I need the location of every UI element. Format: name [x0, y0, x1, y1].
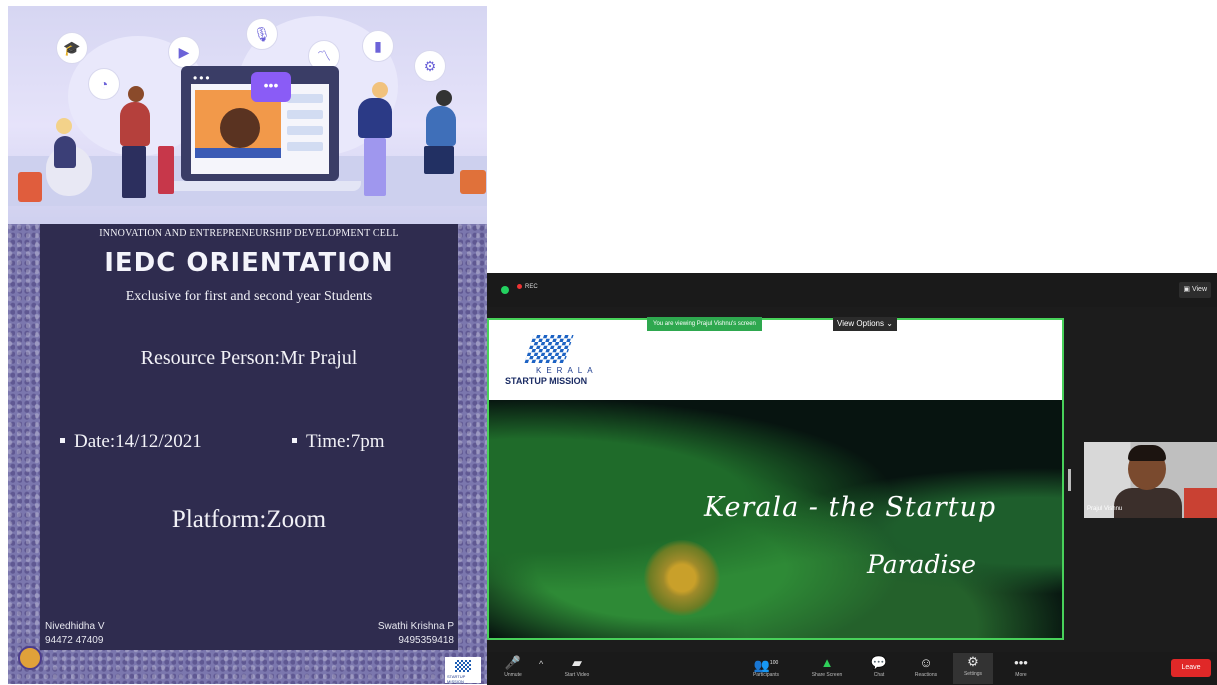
contact-right-name: Swathi Krishna P: [377, 621, 454, 632]
viewing-banner: You are viewing Prajul Vishnu's screen: [647, 317, 762, 331]
zoom-top-bar: REC ▣ View: [487, 273, 1217, 307]
participant-video-tile[interactable]: Prajul Vishnu: [1084, 442, 1217, 518]
event-date: Date:14/12/2021: [74, 431, 202, 452]
reactions-button[interactable]: ☺ Reactions: [906, 654, 946, 678]
poster-header: INNOVATION AND ENTREPRENEURSHIP DEVELOPM…: [99, 228, 399, 239]
time-bullet: [292, 438, 297, 443]
splitter-handle[interactable]: [1068, 469, 1071, 491]
microphone-icon: 🎙: [246, 18, 278, 50]
contact-left-name: Nivedhidha V: [45, 621, 105, 632]
chat-icon: 💬: [870, 655, 888, 670]
reactions-icon: ☺: [919, 655, 933, 670]
ksum-logo-small: STARTUP MISSION: [445, 657, 481, 684]
graduation-cap-icon: 🎓: [56, 32, 88, 64]
video-off-icon: ▰: [572, 655, 582, 670]
ksum-kerala-text: KERALA: [536, 366, 598, 375]
contact-right-phone: 9495359418: [398, 635, 454, 646]
shared-screen: KERALA STARTUP MISSION Kerala - the Star…: [487, 318, 1064, 640]
participants-button[interactable]: 👥100 Participants: [746, 654, 786, 678]
view-options-button[interactable]: View Options ⌄: [833, 317, 897, 331]
view-button[interactable]: ▣ View: [1179, 282, 1211, 298]
palm-tree: [644, 540, 720, 616]
video-camera-icon: ▶: [168, 36, 200, 68]
share-screen-icon: ▲: [820, 655, 834, 670]
resource-person: Resource Person:Mr Prajul: [140, 347, 358, 369]
view-options-label: View Options: [837, 319, 884, 328]
participant-name: Prajul Vishnu: [1087, 506, 1123, 512]
start-video-button[interactable]: ▰ Start Video: [557, 654, 597, 678]
meeting-toolbar: 🎤 Unmute ^ ▰ Start Video 👥100 Participan…: [487, 652, 1217, 685]
date-bullet: [60, 438, 65, 443]
share-screen-button[interactable]: ▲ Share Screen: [807, 654, 847, 678]
recording-indicator: REC: [517, 284, 538, 290]
event-poster: 🎓 ◔ ▶ 🎙 〽 ▮ ⚙ ••• ••• INNOVATION AND ENT…: [8, 6, 487, 684]
poster-illustration: 🎓 ◔ ▶ 🎙 〽 ▮ ⚙ ••• •••: [8, 6, 487, 224]
participants-icon: 👥100: [753, 657, 779, 673]
audio-options-caret[interactable]: ^: [539, 659, 543, 669]
chat-button[interactable]: 💬 Chat: [859, 654, 899, 678]
iedc-badge-icon: [18, 646, 42, 670]
chat-bubble-icon: •••: [251, 72, 291, 102]
shared-header: KERALA STARTUP MISSION: [489, 320, 1062, 400]
more-button[interactable]: ••• More: [1001, 654, 1041, 678]
aerial-photo: Kerala - the Startup Paradise: [489, 400, 1062, 638]
script-line-1: Kerala - the Startup: [704, 492, 997, 523]
shield-icon[interactable]: [501, 286, 509, 294]
unmute-button[interactable]: 🎤 Unmute: [493, 654, 533, 678]
poster-subtitle: Exclusive for first and second year Stud…: [125, 289, 373, 304]
gear-icon: ⚙: [967, 654, 979, 669]
zoom-meeting-window: REC ▣ View KERALA STARTUP MISSION Kerala…: [487, 273, 1217, 685]
chevron-down-icon: ⌄: [886, 319, 893, 328]
view-button-label: View: [1191, 286, 1207, 293]
microphone-muted-icon: 🎤: [504, 655, 522, 670]
pie-chart-icon: ◔: [88, 68, 120, 100]
settings-button[interactable]: ⚙ Settings: [953, 653, 993, 684]
more-icon: •••: [1014, 655, 1028, 670]
script-line-2: Paradise: [867, 550, 977, 579]
gear-icon: ⚙: [414, 50, 446, 82]
leave-button[interactable]: Leave: [1171, 659, 1211, 677]
books-icon: ▮: [362, 30, 394, 62]
event-platform: Platform:Zoom: [171, 506, 327, 533]
ksum-mission-text: STARTUP MISSION: [505, 376, 588, 386]
poster-title: IEDC ORIENTATION: [104, 248, 394, 278]
contact-left-phone: 94472 47409: [45, 635, 104, 646]
ksum-logo-icon: [524, 335, 574, 363]
event-time: Time:7pm: [306, 431, 385, 452]
